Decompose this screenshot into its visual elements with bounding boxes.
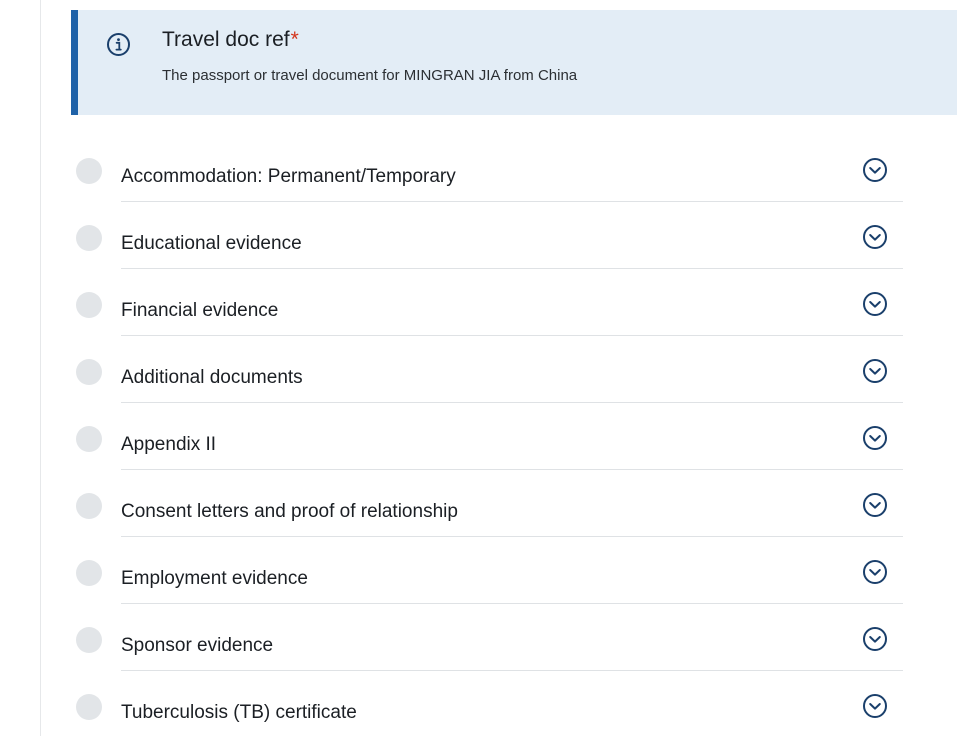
- accordion-item-label: Consent letters and proof of relationshi…: [121, 501, 458, 522]
- status-dot: [76, 292, 102, 318]
- accordion-item-label: Accommodation: Permanent/Temporary: [121, 166, 456, 187]
- status-dot: [76, 359, 102, 385]
- status-dot: [76, 158, 102, 184]
- banner-title: Travel doc ref*: [162, 28, 299, 52]
- required-marker: *: [290, 28, 299, 51]
- document-checklist-page: Travel doc ref* The passport or travel d…: [0, 0, 957, 736]
- chevron-down-circle-icon[interactable]: [862, 425, 888, 451]
- accordion-item-educational-evidence[interactable]: Educational evidence: [0, 202, 957, 269]
- accordion-item-label: Tuberculosis (TB) certificate: [121, 702, 357, 723]
- accordion-item-label: Financial evidence: [121, 300, 279, 321]
- chevron-down-circle-icon[interactable]: [862, 492, 888, 518]
- status-dot: [76, 225, 102, 251]
- document-accordion-list: Accommodation: Permanent/Temporary Educa…: [0, 135, 957, 736]
- accordion-item-consent-letters[interactable]: Consent letters and proof of relationshi…: [0, 470, 957, 537]
- accordion-item-label: Additional documents: [121, 367, 303, 388]
- accordion-item-financial-evidence[interactable]: Financial evidence: [0, 269, 957, 336]
- accordion-item-label: Educational evidence: [121, 233, 302, 254]
- status-dot: [76, 560, 102, 586]
- status-dot: [76, 426, 102, 452]
- status-dot: [76, 493, 102, 519]
- banner-subtitle: The passport or travel document for MING…: [162, 67, 578, 84]
- chevron-down-circle-icon[interactable]: [862, 157, 888, 183]
- accordion-item-tb-certificate[interactable]: Tuberculosis (TB) certificate: [0, 671, 957, 736]
- accordion-item-accommodation[interactable]: Accommodation: Permanent/Temporary: [0, 135, 957, 202]
- accordion-item-additional-documents[interactable]: Additional documents: [0, 336, 957, 403]
- banner-title-text: Travel doc ref: [162, 28, 290, 51]
- chevron-down-circle-icon[interactable]: [862, 693, 888, 719]
- chevron-down-circle-icon[interactable]: [862, 559, 888, 585]
- chevron-down-circle-icon[interactable]: [862, 626, 888, 652]
- accordion-item-employment-evidence[interactable]: Employment evidence: [0, 537, 957, 604]
- accordion-item-sponsor-evidence[interactable]: Sponsor evidence: [0, 604, 957, 671]
- accordion-item-label: Sponsor evidence: [121, 635, 274, 656]
- chevron-down-circle-icon[interactable]: [862, 291, 888, 317]
- chevron-down-circle-icon[interactable]: [862, 358, 888, 384]
- accordion-item-appendix-ii[interactable]: Appendix II: [0, 403, 957, 470]
- status-dot: [76, 627, 102, 653]
- info-icon: [106, 32, 131, 57]
- accordion-item-label: Employment evidence: [121, 568, 308, 589]
- status-dot: [76, 694, 102, 720]
- chevron-down-circle-icon[interactable]: [862, 224, 888, 250]
- accordion-item-label: Appendix II: [121, 434, 217, 455]
- travel-doc-info-banner: Travel doc ref* The passport or travel d…: [71, 10, 957, 115]
